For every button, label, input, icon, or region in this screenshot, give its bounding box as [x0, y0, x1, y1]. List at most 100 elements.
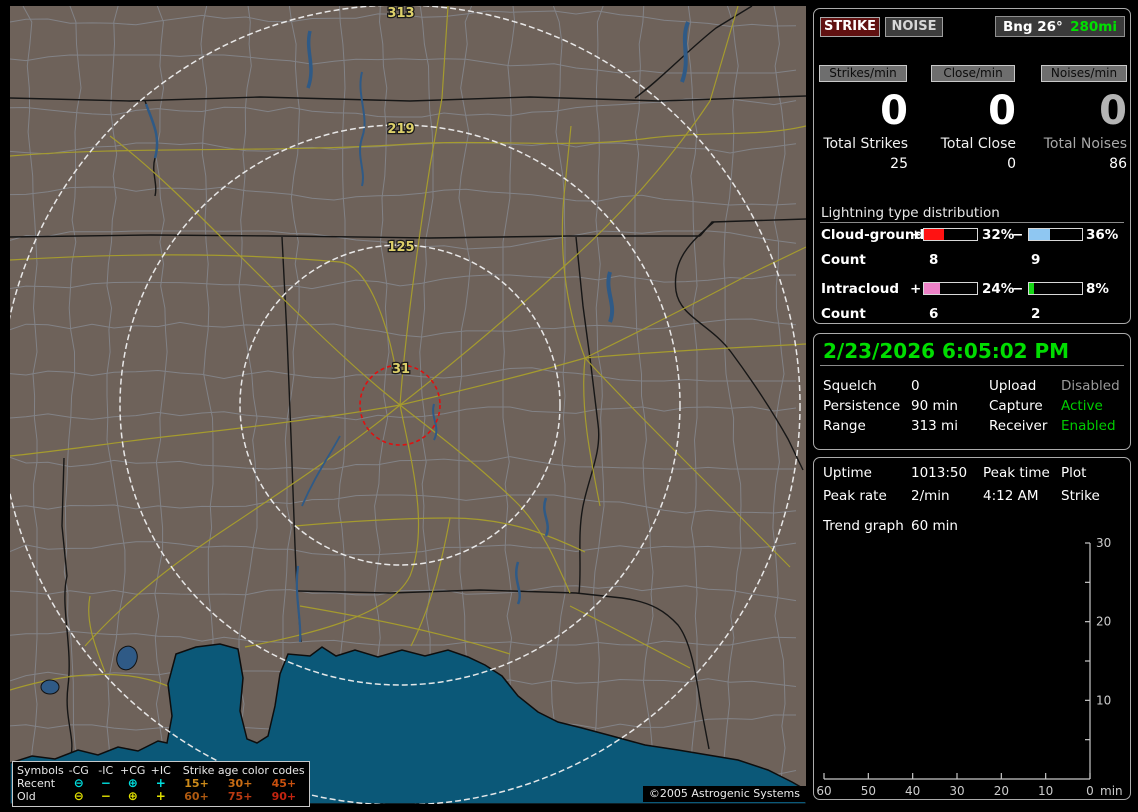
range-value: 313 mi — [911, 418, 958, 434]
trend-x-tick-60: 60 — [816, 784, 831, 798]
total-strikes-value: 25 — [890, 156, 908, 172]
persistence-value: 90 min — [911, 398, 958, 414]
plus-sign: + — [910, 227, 922, 243]
neg-cg-old-icon: ⊖ — [73, 789, 84, 803]
minus-sign: − — [1012, 227, 1024, 243]
cg-minus-pct: 36% — [1086, 227, 1119, 243]
plot-label: Plot — [1061, 465, 1087, 481]
ic-minus-bar-fill — [1029, 283, 1034, 294]
svg-text:10: 10 — [1096, 693, 1111, 707]
noise-tab-button[interactable]: NOISE — [885, 17, 943, 37]
trend-panel: Uptime 1013:50 Peak time Plot Peak rate … — [813, 457, 1131, 800]
cg-plus-bar-fill — [924, 229, 945, 240]
noises-per-min-label: Noises/min — [1041, 65, 1127, 82]
close-per-min-label: Close/min — [931, 65, 1015, 82]
cg-count-label: Count — [821, 252, 866, 268]
age-60: 60+ — [184, 790, 209, 803]
legend-age-header: Strike age color codes — [182, 764, 305, 777]
bearing-range-badge: Bng 26° 280mi — [995, 16, 1125, 37]
trend-x-tick-10: 10 — [1038, 784, 1053, 798]
total-strikes-label: Total Strikes — [823, 136, 908, 152]
trend-x-tick-50: 50 — [861, 784, 876, 798]
strike-panel: STRIKE NOISE Bng 26° 280mi Strikes/min 0… — [813, 8, 1131, 324]
total-close-value: 0 — [1007, 156, 1016, 172]
cg-plus-bar — [923, 228, 978, 241]
age-30: 30+ — [227, 777, 253, 790]
cloud-ground-label: Cloud-ground — [821, 227, 925, 243]
receiver-label: Receiver — [989, 418, 1048, 434]
trend-x-tick-40: 40 — [905, 784, 920, 798]
total-close-label: Total Close — [940, 136, 1016, 152]
minus-sign: − — [1012, 281, 1024, 297]
trend-x-tick-0: 0 — [1086, 784, 1094, 798]
range-ring-label-125: 125 — [387, 240, 414, 255]
peak-time-label: Peak time — [983, 465, 1050, 481]
distribution-divider — [820, 222, 1124, 223]
capture-label: Capture — [989, 398, 1043, 414]
cg-plus-pct: 32% — [982, 227, 1015, 243]
range-label: Range — [823, 418, 866, 434]
uptime-value: 1013:50 — [911, 465, 968, 481]
noises-per-min-value: 0 — [1099, 88, 1127, 134]
svg-text:min: min — [1100, 784, 1123, 798]
trend-window-value: 60 min — [911, 518, 958, 534]
capture-status: Active — [1061, 398, 1103, 414]
peak-time-value: 4:12 AM — [983, 488, 1039, 504]
plus-sign: + — [910, 281, 922, 297]
strikes-per-min-value: 0 — [880, 88, 908, 134]
range-ring-label-31: 31 — [392, 362, 410, 377]
upload-label: Upload — [989, 378, 1037, 394]
status-panel: 2/23/2026 6:05:02 PM Squelch 0 Upload Di… — [813, 333, 1131, 450]
legend-recent-label: Recent — [17, 777, 56, 790]
plot-mode-value: Strike — [1061, 488, 1100, 504]
age-75: 75+ — [227, 790, 253, 803]
cg-minus-bar-fill — [1029, 229, 1051, 240]
ic-minus-pct: 8% — [1086, 281, 1109, 297]
age-45: 45+ — [271, 777, 297, 790]
squelch-value: 0 — [911, 378, 920, 394]
trend-x-tick-30: 30 — [949, 784, 964, 798]
neg-ic-old-icon: − — [100, 789, 111, 803]
distribution-title: Lightning type distribution — [821, 205, 1000, 221]
ic-plus-bar-fill — [924, 283, 940, 294]
legend-table: Symbols -CG -IC +CG +IC Strike age color… — [16, 764, 306, 803]
ic-minus-count: 2 — [1031, 306, 1041, 322]
trend-graph-chart: 10 20 30 60 50 40 30 20 10 0 min — [816, 536, 1123, 798]
squelch-label: Squelch — [823, 378, 877, 394]
ic-minus-bar — [1028, 282, 1083, 295]
clock-divider — [820, 365, 1124, 366]
pos-ic-old-icon: + — [155, 789, 166, 803]
strikes-per-min-label: Strikes/min — [819, 65, 907, 82]
range-ring-label-219: 219 — [387, 122, 414, 137]
cg-plus-count: 8 — [929, 252, 939, 268]
persistence-label: Persistence — [823, 398, 901, 414]
strike-tab-button[interactable]: STRIKE — [820, 17, 880, 37]
ic-plus-count: 6 — [929, 306, 939, 322]
map-canvas: 313 219 125 31 — [10, 6, 806, 804]
map-legend: Symbols -CG -IC +CG +IC Strike age color… — [12, 761, 310, 807]
intracloud-label: Intracloud — [821, 281, 900, 297]
ic-plus-bar — [923, 282, 978, 295]
total-noises-label: Total Noises — [1043, 136, 1127, 152]
legend-symbols-header: Symbols — [17, 764, 64, 777]
pos-cg-old-icon: ⊕ — [127, 789, 138, 803]
receiver-status: Enabled — [1061, 418, 1116, 434]
uptime-label: Uptime — [823, 465, 872, 481]
peak-rate-value: 2/min — [911, 488, 950, 504]
app-window: 313 219 125 31 Symbols -CG -IC +CG +IC Stri… — [0, 0, 1138, 812]
lightning-map: 313 219 125 31 Symbols -CG -IC +CG +IC Stri… — [10, 6, 806, 807]
bearing-value: Bng 26° — [1003, 18, 1063, 35]
legend-old-row: Old ⊖ − ⊕ + 60+ 75+ 90+ — [16, 789, 306, 804]
range-value: 280mi — [1070, 18, 1117, 35]
age-15: 15+ — [184, 777, 209, 790]
cg-minus-count: 9 — [1031, 252, 1041, 268]
age-90: 90+ — [271, 790, 297, 803]
legend-old-label: Old — [17, 790, 36, 803]
peak-rate-label: Peak rate — [823, 488, 887, 504]
ic-plus-pct: 24% — [982, 281, 1015, 297]
range-ring-label-313: 313 — [387, 6, 414, 21]
svg-text:30: 30 — [1096, 536, 1111, 550]
trend-graph-label: Trend graph — [823, 518, 904, 534]
total-noises-value: 86 — [1109, 156, 1127, 172]
upload-status: Disabled — [1061, 378, 1120, 394]
